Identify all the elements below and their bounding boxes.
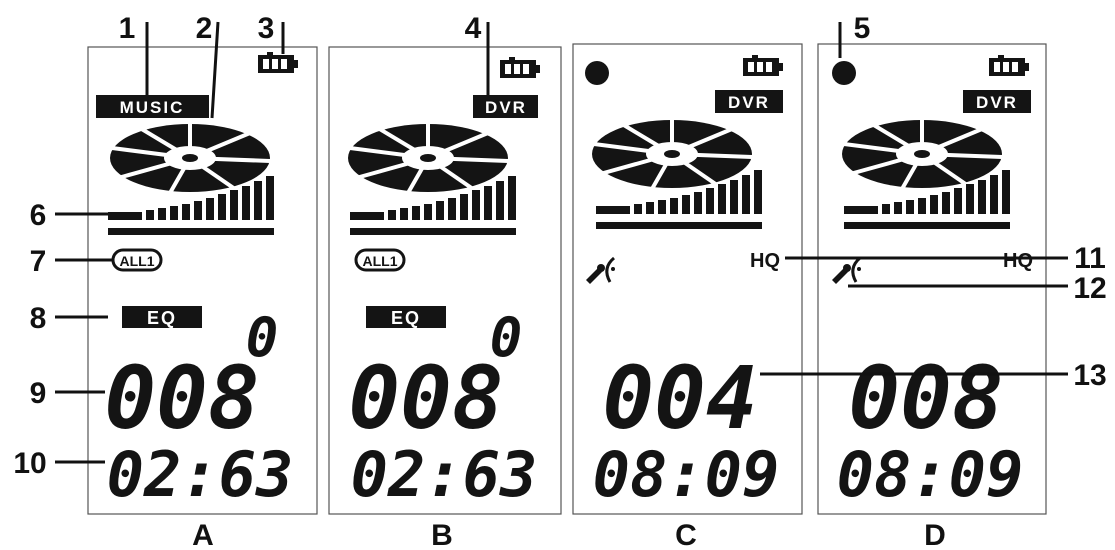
callout-1: 1: [119, 12, 136, 45]
panel-c: DVR HQ 004 08:09: [572, 43, 803, 515]
caption-b: B: [431, 519, 453, 550]
mode-tag-label: DVR: [976, 93, 1018, 112]
battery-icon: [258, 52, 298, 73]
battery-icon: [500, 57, 540, 78]
eq-tag-label: EQ: [147, 308, 177, 328]
play-time: 02:63: [351, 438, 538, 511]
caption-a: A: [192, 519, 214, 550]
mode-tag-label: MUSIC: [120, 98, 185, 117]
callout-2: 2: [196, 12, 213, 45]
track-number: 008: [848, 349, 1003, 449]
repeat-all-icon: ALL1: [111, 248, 163, 272]
mode-tag-label: DVR: [728, 93, 770, 112]
callout-4: 4: [465, 12, 482, 45]
hq-indicator: HQ: [750, 250, 780, 272]
callout-12: 12: [1073, 272, 1106, 305]
lcd-diagram: MUSIC ALL1 EQ 0 008 02:63 DVR ALL1 EQ 0 …: [13, 12, 1106, 550]
mode-tag-label: DVR: [485, 98, 527, 117]
eq-tag-label: EQ: [391, 308, 421, 328]
callout-10: 10: [13, 447, 46, 480]
caption-d: D: [924, 519, 946, 550]
repeat-all-icon: ALL1: [354, 248, 406, 272]
panel-d: DVR HQ 008 08:09: [817, 43, 1047, 515]
caption-c: C: [675, 519, 697, 550]
track-number: 008: [348, 349, 503, 449]
panel-b: DVR ALL1 EQ 0 008 02:63: [328, 46, 562, 515]
hq-indicator: HQ: [1003, 250, 1033, 272]
panel-a: MUSIC ALL1 EQ 0 008 02:63: [87, 46, 318, 515]
repeat-icon-label: ALL1: [120, 253, 155, 269]
callout-5: 5: [854, 12, 871, 45]
play-time: 08:09: [593, 438, 780, 511]
record-dot-icon: [585, 61, 609, 85]
callout-8: 8: [30, 302, 47, 335]
callout-11: 11: [1074, 242, 1106, 275]
record-dot-icon: [832, 61, 856, 85]
play-time: 08:09: [837, 438, 1024, 511]
callout-13: 13: [1073, 359, 1106, 392]
callout-3: 3: [258, 12, 275, 45]
track-number: 008: [104, 349, 259, 449]
track-number: 004: [602, 349, 757, 449]
callout-7: 7: [30, 245, 47, 278]
play-time: 02:63: [107, 438, 294, 511]
callout-6: 6: [30, 199, 47, 232]
battery-icon: [989, 55, 1029, 76]
repeat-icon-label: ALL1: [363, 253, 398, 269]
callout-9: 9: [30, 377, 47, 410]
battery-icon: [743, 55, 783, 76]
